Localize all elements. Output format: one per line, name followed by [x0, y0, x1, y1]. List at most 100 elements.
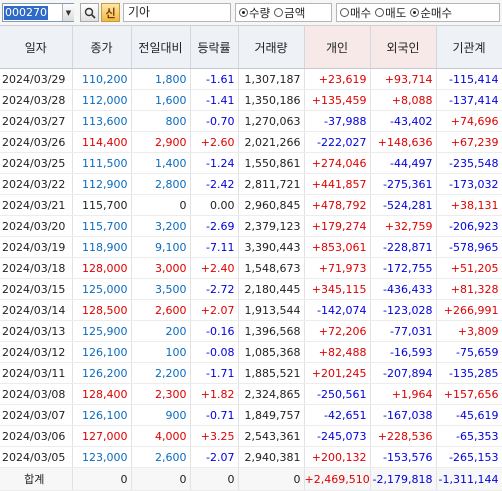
cell-volume: 2,021,266 — [238, 131, 305, 153]
table-row[interactable]: 2024/03/21 115,700 0 0.00 2,960,845 +478,792-… — [0, 194, 502, 216]
cell-foreign: +8,088 — [370, 89, 437, 111]
col-header-foreign[interactable]: 외국인 — [370, 26, 437, 69]
cell-volume: 2,379,123 — [238, 215, 305, 237]
radio-sell[interactable]: 매도 — [375, 5, 406, 21]
cell-foreign: -172,755 — [370, 257, 437, 279]
cell-volume: 2,543,361 — [238, 425, 305, 447]
cell-close: 111,500 — [72, 152, 132, 174]
col-header-institution[interactable]: 기관계 — [436, 26, 502, 69]
stock-name-field: 기아 — [123, 3, 231, 22]
cell-rate: +1.82 — [190, 383, 239, 405]
cell-change: 1,600 — [131, 89, 191, 111]
cell-date: 2024/03/25 — [0, 152, 73, 174]
data-table: 일자 종가 전일대비 등락률 거래량 개인 외국인 기관계 2024/03/29… — [0, 26, 502, 491]
new-button[interactable]: 신 — [101, 3, 120, 22]
col-header-change[interactable]: 전일대비 — [131, 26, 191, 69]
table-row[interactable]: 2024/03/15 125,000 3,500 -2.72 2,180,445 +345… — [0, 278, 502, 300]
cell-date: 2024/03/19 — [0, 236, 73, 258]
cell-close: 125,000 — [72, 278, 132, 300]
table-row[interactable]: 2024/03/07 126,100 900 -0.71 1,849,757 -42,65… — [0, 404, 502, 426]
table-row[interactable]: 2024/03/20 115,700 3,200 -2.69 2,379,123 +179… — [0, 215, 502, 237]
cell-individual: +179,274 — [304, 215, 371, 237]
cell-institution: +3,809 — [436, 320, 502, 342]
cell-individual: +82,488 — [304, 341, 371, 363]
cell-rate: +2.60 — [190, 131, 239, 153]
cell-change: 1,800 — [131, 68, 191, 90]
cell-institution: -115,414 — [436, 68, 502, 90]
cell-rate: -2.07 — [190, 446, 239, 468]
cell-institution: +67,239 — [436, 131, 502, 153]
cell-individual: +274,046 — [304, 152, 371, 174]
radio-on-icon — [239, 8, 248, 17]
table-row[interactable]: 2024/03/08 128,400 2,300 +1.82 2,324,865 -250… — [0, 383, 502, 405]
cell-change: 4,000 — [131, 425, 191, 447]
cell-close: 114,400 — [72, 131, 132, 153]
table-row[interactable]: 2024/03/14 128,500 2,600 +2.07 1,913,544 -142… — [0, 299, 502, 321]
col-header-volume[interactable]: 거래량 — [238, 26, 305, 69]
cell-change: 2,800 — [131, 173, 191, 195]
cell-foreign: +228,536 — [370, 425, 437, 447]
cell-date: 2024/03/07 — [0, 404, 73, 426]
radio-buy[interactable]: 매수 — [340, 5, 371, 21]
cell-institution: +38,131 — [436, 194, 502, 216]
table-row[interactable]: 2024/03/28 112,000 1,600 -1.41 1,350,186 +135… — [0, 89, 502, 111]
col-header-close[interactable]: 종가 — [72, 26, 132, 69]
table-row[interactable]: 2024/03/11 126,200 2,200 -1.71 1,885,521 +201… — [0, 362, 502, 384]
cell-rate: -0.71 — [190, 404, 239, 426]
table-row[interactable]: 2024/03/18 128,000 3,000 +2.40 1,548,673 +71,… — [0, 257, 502, 279]
cell-date: 2024/03/21 — [0, 194, 73, 216]
cell-individual: -42,651 — [304, 404, 371, 426]
cell-change: 3,200 — [131, 215, 191, 237]
cell-close: 115,700 — [72, 194, 132, 216]
cell-date: 2024/03/11 — [0, 362, 73, 384]
cell-individual: +23,619 — [304, 68, 371, 90]
total-change: 0 — [131, 467, 191, 491]
cell-rate: +2.07 — [190, 299, 239, 321]
table-row[interactable]: 2024/03/06 127,000 4,000 +3.25 2,543,361 -245… — [0, 425, 502, 447]
col-header-date[interactable]: 일자 — [0, 26, 73, 69]
cell-institution: +81,328 — [436, 278, 502, 300]
trade-type-radio-group: 매수 매도 순매수 — [336, 3, 500, 22]
cell-foreign: -123,028 — [370, 299, 437, 321]
total-rate: 0 — [190, 467, 239, 491]
cell-foreign: +93,714 — [370, 68, 437, 90]
cell-date: 2024/03/29 — [0, 68, 73, 90]
total-close: 0 — [72, 467, 132, 491]
cell-volume: 2,960,845 — [238, 194, 305, 216]
table-row[interactable]: 2024/03/27 113,600 800 -0.70 1,270,063 -37,98… — [0, 110, 502, 132]
cell-change: 2,600 — [131, 299, 191, 321]
radio-amount[interactable]: 금액 — [274, 5, 305, 21]
cell-change: 2,200 — [131, 362, 191, 384]
radio-net-buy[interactable]: 순매수 — [410, 5, 452, 21]
cell-date: 2024/03/13 — [0, 320, 73, 342]
table-row[interactable]: 2024/03/13 125,900 200 -0.16 1,396,568 +72,20… — [0, 320, 502, 342]
table-row[interactable]: 2024/03/19 118,900 9,100 -7.11 3,390,443 +853… — [0, 236, 502, 258]
cell-institution: -75,659 — [436, 341, 502, 363]
search-button[interactable] — [80, 3, 99, 22]
table-row[interactable]: 2024/03/22 112,900 2,800 -2.42 2,811,721 +441… — [0, 173, 502, 195]
cell-individual: -245,073 — [304, 425, 371, 447]
radio-on-icon — [410, 8, 420, 17]
table-row[interactable]: 2024/03/05 123,000 2,600 -2.07 2,940,381 +200… — [0, 446, 502, 468]
cell-close: 123,000 — [72, 446, 132, 468]
col-header-rate[interactable]: 등락률 — [190, 26, 239, 69]
cell-volume: 1,085,368 — [238, 341, 305, 363]
cell-foreign: -16,593 — [370, 341, 437, 363]
table-row[interactable]: 2024/03/12 126,100 100 -0.08 1,085,368 +82,48… — [0, 341, 502, 363]
cell-date: 2024/03/26 — [0, 131, 73, 153]
cell-individual: +72,206 — [304, 320, 371, 342]
cell-rate: -7.11 — [190, 236, 239, 258]
table-row[interactable]: 2024/03/25 111,500 1,400 -1.24 1,550,861 +274… — [0, 152, 502, 174]
table-row[interactable]: 2024/03/29 110,200 1,800 -1.61 1,307,187 +23,… — [0, 68, 502, 90]
col-header-individual[interactable]: 개인 — [304, 26, 371, 69]
toolbar: 000270 ▼ 신 기아 수량 금액 매수 매도 순매수 — [0, 0, 502, 26]
chevron-down-icon[interactable]: ▼ — [62, 4, 74, 21]
cell-institution: -65,353 — [436, 425, 502, 447]
cell-date: 2024/03/06 — [0, 425, 73, 447]
table-row[interactable]: 2024/03/26 114,400 2,900 +2.60 2,021,266 -222… — [0, 131, 502, 153]
cell-close: 127,000 — [72, 425, 132, 447]
cell-volume: 1,396,568 — [238, 320, 305, 342]
cell-rate: -1.71 — [190, 362, 239, 384]
radio-quantity[interactable]: 수량 — [239, 5, 270, 21]
cell-volume: 1,885,521 — [238, 362, 305, 384]
